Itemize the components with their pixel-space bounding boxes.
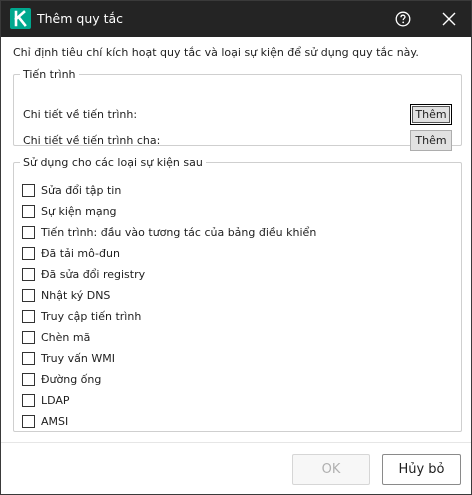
event-console-interactive-input-label: Tiến trình: đầu vào tương tác của bảng đ… [41,226,317,239]
event-amsi-checkbox[interactable] [22,415,35,428]
add-parent-process-details-button[interactable]: Thêm [410,130,452,151]
event-wmi-query-label: Truy vấn WMI [41,352,115,365]
event-ldap[interactable]: LDAP [22,390,316,411]
event-type-list: Sửa đổi tập tin Sự kiện mạng Tiến trình:… [22,180,316,432]
event-network[interactable]: Sự kiện mạng [22,201,316,222]
help-button[interactable] [383,1,423,37]
event-module-loaded-label: Đã tải mô-đun [41,247,120,260]
event-ldap-checkbox[interactable] [22,394,35,407]
parent-process-details-label: Chi tiết về tiến trình cha: [23,134,161,147]
event-process-access[interactable]: Truy cập tiến trình [22,306,316,327]
process-details-label: Chi tiết về tiến trình: [23,108,138,121]
event-console-interactive-input[interactable]: Tiến trình: đầu vào tương tác của bảng đ… [22,222,316,243]
event-types-group: Sử dụng cho các loại sự kiện sau Sửa đổi… [13,156,462,432]
add-process-details-button[interactable]: Thêm [410,104,452,125]
help-circle-icon [395,11,411,27]
event-process-access-checkbox[interactable] [22,310,35,323]
event-wmi-query[interactable]: Truy vấn WMI [22,348,316,369]
event-file-modification-label: Sửa đổi tập tin [41,184,122,197]
dialog-footer: OK Hủy bỏ [1,442,471,494]
event-pipe-checkbox[interactable] [22,373,35,386]
event-console-interactive-input-checkbox[interactable] [22,226,35,239]
event-types-legend: Sử dụng cho các loại sự kiện sau [23,156,203,169]
close-button[interactable] [429,1,469,37]
event-module-loaded-checkbox[interactable] [22,247,35,260]
event-registry-modified-label: Đã sửa đổi registry [41,268,146,281]
event-file-modification-checkbox[interactable] [22,184,35,197]
window-title: Thêm quy tắc [37,11,124,26]
event-network-label: Sự kiện mạng [41,205,117,218]
event-file-modification[interactable]: Sửa đổi tập tin [22,180,316,201]
process-group: Tiến trình Chi tiết về tiến trình: Thêm … [13,68,462,151]
close-icon [442,12,456,26]
event-dns-log[interactable]: Nhật ký DNS [22,285,316,306]
title-bar: Thêm quy tắc [1,1,471,37]
event-registry-modified-checkbox[interactable] [22,268,35,281]
event-amsi-label: AMSI [41,415,69,428]
event-module-loaded[interactable]: Đã tải mô-đun [22,243,316,264]
event-network-checkbox[interactable] [22,205,35,218]
cancel-button[interactable]: Hủy bỏ [382,454,461,485]
process-group-legend: Tiến trình [23,68,76,81]
event-amsi[interactable]: AMSI [22,411,316,432]
dialog-description: Chỉ định tiêu chí kích hoạt quy tắc và l… [13,46,419,59]
event-process-access-label: Truy cập tiến trình [41,310,142,323]
event-pipe[interactable]: Đường ống [22,369,316,390]
event-ldap-label: LDAP [41,394,70,407]
event-registry-modified[interactable]: Đã sửa đổi registry [22,264,316,285]
event-code-injection[interactable]: Chèn mã [22,327,316,348]
event-pipe-label: Đường ống [41,373,102,386]
event-wmi-query-checkbox[interactable] [22,352,35,365]
event-code-injection-label: Chèn mã [41,331,91,344]
kaspersky-logo-icon [10,8,31,29]
ok-button[interactable]: OK [292,454,370,485]
event-dns-log-checkbox[interactable] [22,289,35,302]
event-code-injection-checkbox[interactable] [22,331,35,344]
add-rule-dialog: Thêm quy tắc Chỉ định tiêu chí kích hoạt… [0,0,472,495]
event-dns-log-label: Nhật ký DNS [41,289,111,302]
